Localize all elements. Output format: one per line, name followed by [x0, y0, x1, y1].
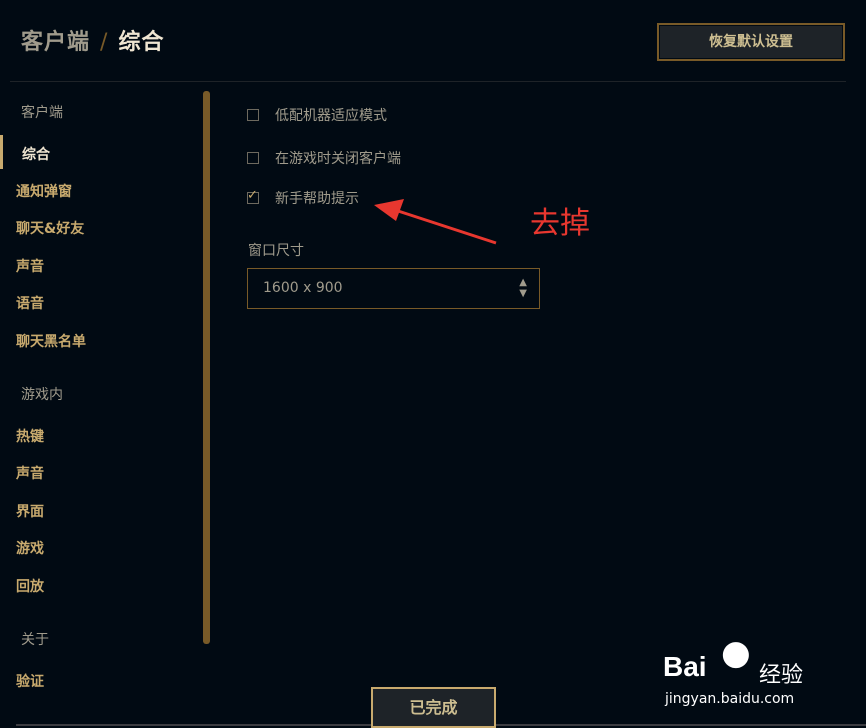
- sidebar-item-hotkeys[interactable]: 热键: [16, 426, 44, 446]
- watermark-suffix: 经验: [759, 663, 804, 688]
- sidebar-item-notifications[interactable]: 通知弹窗: [16, 181, 72, 201]
- sidebar-scrollbar[interactable]: [203, 91, 210, 644]
- breadcrumb-parent[interactable]: 客户端: [21, 30, 90, 55]
- baidu-watermark: Bai ● 经验 jingyan.baidu.com: [663, 633, 833, 723]
- sidebar-item-verification[interactable]: 验证: [16, 671, 44, 691]
- option-tutorial-tips[interactable]: ✓ 新手帮助提示: [247, 188, 359, 208]
- sidebar-item-replays[interactable]: 回放: [16, 576, 44, 596]
- watermark-brand: Bai: [663, 651, 707, 682]
- breadcrumb-separator: /: [100, 30, 109, 55]
- header-divider: [10, 81, 846, 82]
- annotation-remove-text: 去掉: [530, 206, 590, 241]
- low-spec-checkbox[interactable]: [247, 109, 259, 121]
- option-close-client-in-game[interactable]: 在游戏时关闭客户端: [247, 148, 401, 168]
- header: 客户端 / 综合 恢复默认设置: [0, 0, 866, 82]
- option-low-spec-mode[interactable]: 低配机器适应模式: [247, 105, 387, 125]
- sidebar-section-about: 关于: [21, 632, 49, 648]
- sidebar-item-interface[interactable]: 界面: [16, 501, 44, 521]
- tutorial-tips-checkbox[interactable]: ✓: [247, 188, 259, 204]
- paw-icon: ●: [721, 633, 751, 673]
- window-size-label: 窗口尺寸: [248, 243, 304, 259]
- done-button[interactable]: 已完成: [371, 687, 496, 728]
- checkmark-icon: ✓: [247, 188, 258, 203]
- sidebar-item-game[interactable]: 游戏: [16, 538, 44, 558]
- sidebar: 客户端 综合 通知弹窗 聊天&好友 声音 语音 聊天黑名单 游戏内 热键 声音 …: [0, 90, 200, 700]
- restore-defaults-button[interactable]: 恢复默认设置: [657, 23, 845, 61]
- window-size-value: 1600 x 900: [263, 280, 343, 296]
- active-indicator: [0, 135, 3, 169]
- sidebar-item-chat-friends[interactable]: 聊天&好友: [16, 218, 84, 238]
- sidebar-item-voice[interactable]: 语音: [16, 293, 44, 313]
- tutorial-tips-label[interactable]: 新手帮助提示: [275, 188, 359, 208]
- low-spec-label[interactable]: 低配机器适应模式: [275, 105, 387, 125]
- breadcrumb-current: 综合: [118, 30, 165, 55]
- watermark-url: jingyan.baidu.com: [665, 691, 795, 707]
- sidebar-item-ingame-sound[interactable]: 声音: [16, 463, 44, 483]
- sidebar-item-chat-blacklist[interactable]: 聊天黑名单: [16, 331, 86, 351]
- sidebar-item-general[interactable]: 综合: [22, 144, 50, 164]
- window-size-select[interactable]: 1600 x 900 ▲ ▼: [247, 268, 540, 309]
- page-title: 客户端 / 综合: [21, 24, 164, 56]
- sidebar-section-client: 客户端: [21, 105, 63, 121]
- close-client-label[interactable]: 在游戏时关闭客户端: [275, 148, 401, 168]
- annotation-arrow-icon: [374, 199, 497, 245]
- updown-arrows-icon: ▲ ▼: [519, 277, 527, 299]
- close-client-checkbox[interactable]: [247, 152, 259, 164]
- sidebar-section-ingame: 游戏内: [21, 387, 63, 403]
- sidebar-item-sound[interactable]: 声音: [16, 256, 44, 276]
